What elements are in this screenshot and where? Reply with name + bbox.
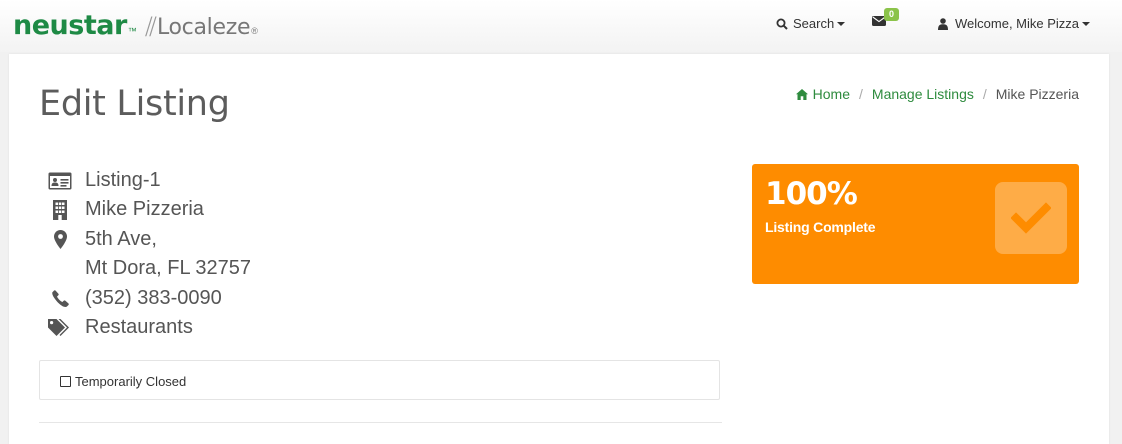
tags-icon [47,318,73,338]
listing-id-row: Listing-1 [47,166,251,195]
chevron-down-icon [1082,21,1091,26]
temporarily-closed-box: Temporarily Closed [39,360,720,400]
listing-details: Listing-1 Mike Pizzeria 5th Ave, Mt Dora… [47,166,251,342]
listing-completion-card: 100% Listing Complete [752,164,1079,284]
listing-category-text: Restaurants [85,315,193,338]
logo-divider: // [144,12,157,40]
listing-address-line2: Mt Dora, FL 32757 [85,257,252,280]
search-icon [776,18,788,30]
breadcrumb-home-label: Home [812,86,851,102]
breadcrumb-manage-listings-link[interactable]: Manage Listings [872,86,974,102]
neustar-localeze-logo[interactable]: neustar ™ // Localeze ® [13,10,258,42]
user-icon [938,17,948,30]
main-content-panel: Edit Listing Home / Manage Listings / Mi… [9,54,1109,444]
completion-label: Listing Complete [765,219,876,235]
search-menu-label: Search [793,16,835,31]
listing-name-row: Mike Pizzeria [47,195,251,224]
listing-address-line2-row: Mt Dora, FL 32757 [47,254,251,283]
phone-icon [47,289,73,309]
section-divider [39,422,722,423]
temporarily-closed-label: Temporarily Closed [75,374,187,389]
listing-name-text: Mike Pizzeria [85,198,204,221]
breadcrumb-separator: / [859,86,863,102]
checkbox-square[interactable] [60,376,71,387]
breadcrumb: Home / Manage Listings / Mike Pizzeria [795,86,1079,102]
listing-phone-row: (352) 383-0090 [47,284,251,313]
messages-count-badge: 0 [884,8,900,21]
id-card-icon [47,171,73,191]
building-icon [47,200,73,221]
logo-registered-mark: ® [251,26,258,36]
check-tile [995,182,1067,254]
listing-category-row: Restaurants [47,313,251,342]
user-menu[interactable]: Welcome, Mike Pizza [938,16,1091,31]
listing-address-row: 5th Ave, [47,225,251,254]
logo-localeze-text: Localeze [156,15,251,40]
breadcrumb-separator: / [982,86,987,102]
logo-trademark-mark: ™ [127,26,137,36]
check-icon [1011,202,1051,234]
listing-phone-text: (352) 383-0090 [85,286,222,309]
welcome-label: Welcome, Mike Pizza [955,16,1080,31]
temporarily-closed-checkbox[interactable]: Temporarily Closed [60,374,186,389]
top-navbar: neustar ™ // Localeze ® Search 0 Welcome… [0,0,1122,52]
chevron-down-icon [837,21,846,26]
home-icon [795,88,808,100]
listing-address-line1: 5th Ave, [85,227,157,250]
listing-id-text: Listing-1 [85,169,161,191]
search-menu[interactable]: Search [776,16,846,31]
breadcrumb-current: Mike Pizzeria [995,86,1079,102]
map-marker-icon [47,230,73,250]
completion-percent: 100% [765,176,858,212]
breadcrumb-home-link[interactable]: Home [795,86,851,102]
logo-neustar-text: neustar [13,10,127,41]
page-title: Edit Listing [39,84,230,124]
